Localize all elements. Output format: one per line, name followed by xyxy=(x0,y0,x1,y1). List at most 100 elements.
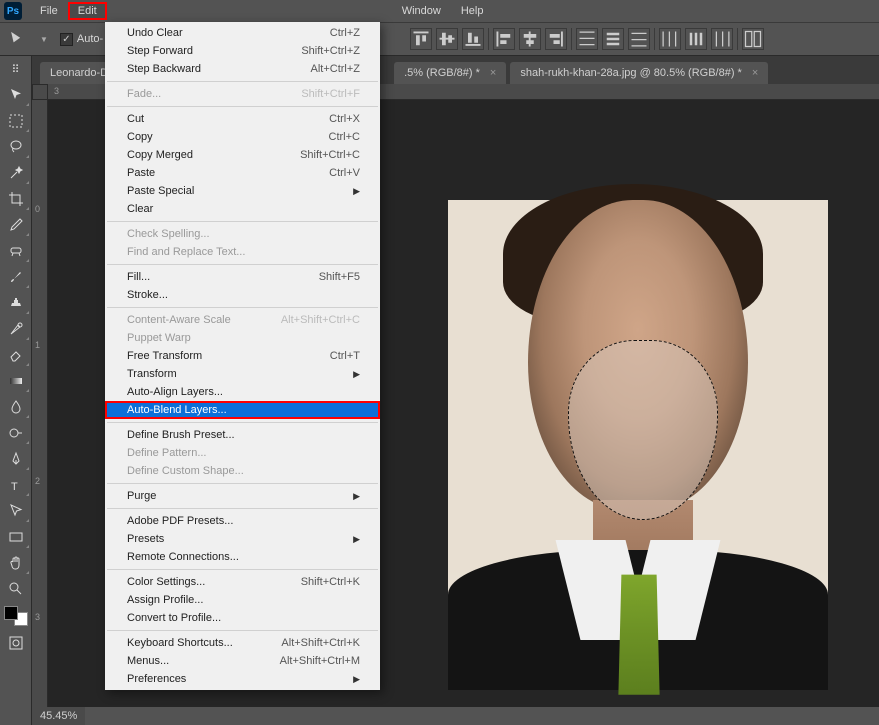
distribute-right-icon[interactable] xyxy=(711,28,733,50)
gradient-tool-icon[interactable] xyxy=(2,369,30,393)
menu-item-label: Define Custom Shape... xyxy=(127,465,244,477)
rectangle-tool-icon[interactable] xyxy=(2,525,30,549)
menu-item-assign-profile[interactable]: Assign Profile... xyxy=(105,591,380,609)
close-tab-icon[interactable]: × xyxy=(752,67,758,79)
menu-item-auto-blend-layers[interactable]: Auto-Blend Layers... xyxy=(105,401,380,419)
dodge-tool-icon[interactable] xyxy=(2,421,30,445)
menu-item-transform[interactable]: Transform▶ xyxy=(105,365,380,383)
menu-item-label: Auto-Align Layers... xyxy=(127,386,223,398)
pen-tool-icon[interactable] xyxy=(2,447,30,471)
grab-handle-icon[interactable]: ⠿ xyxy=(2,57,30,81)
menu-separator xyxy=(107,307,378,308)
menu-item-menus[interactable]: Menus...Alt+Shift+Ctrl+M xyxy=(105,652,380,670)
menu-item-cut[interactable]: CutCtrl+X xyxy=(105,110,380,128)
history-brush-tool-icon[interactable] xyxy=(2,317,30,341)
distribute-vcenter-icon[interactable] xyxy=(602,28,624,50)
menu-edit[interactable]: Edit xyxy=(68,2,107,20)
menu-item-label: Copy Merged xyxy=(127,149,193,161)
eyedropper-tool-icon[interactable] xyxy=(2,213,30,237)
align-bottom-icon[interactable] xyxy=(462,28,484,50)
color-swatch[interactable] xyxy=(4,606,28,626)
app-logo[interactable]: Ps xyxy=(4,2,22,20)
menu-file[interactable]: File xyxy=(30,2,68,20)
menu-item-fill[interactable]: Fill...Shift+F5 xyxy=(105,268,380,286)
menu-item-presets[interactable]: Presets▶ xyxy=(105,530,380,548)
menu-item-label: Auto-Blend Layers... xyxy=(127,404,227,416)
zoom-level[interactable]: 45.45% xyxy=(40,710,77,722)
lasso-tool-icon[interactable] xyxy=(2,135,30,159)
arrange-icon[interactable] xyxy=(742,28,764,50)
menu-item-label: Step Backward xyxy=(127,63,201,75)
marquee-tool-icon[interactable] xyxy=(2,109,30,133)
menu-item-label: Paste Special xyxy=(127,185,194,197)
document-tab[interactable]: shah-rukh-khan-28a.jpg @ 80.5% (RGB/8#) … xyxy=(510,62,768,84)
healing-brush-tool-icon[interactable] xyxy=(2,239,30,263)
menu-item-paste-special[interactable]: Paste Special ▶ xyxy=(105,182,380,200)
magic-wand-tool-icon[interactable] xyxy=(2,161,30,185)
blur-tool-icon[interactable] xyxy=(2,395,30,419)
close-tab-icon[interactable]: × xyxy=(490,67,496,79)
auto-select-checkbox[interactable]: ✓ xyxy=(60,33,73,46)
menu-item-auto-align-layers[interactable]: Auto-Align Layers... xyxy=(105,383,380,401)
crop-tool-icon[interactable] xyxy=(2,187,30,211)
distribute-top-icon[interactable] xyxy=(576,28,598,50)
menu-item-purge[interactable]: Purge▶ xyxy=(105,487,380,505)
align-hcenter-icon[interactable] xyxy=(519,28,541,50)
menu-shortcut: Ctrl+Z xyxy=(330,27,360,39)
menu-shortcut: Ctrl+T xyxy=(330,350,360,362)
menu-item-clear[interactable]: Clear xyxy=(105,200,380,218)
menu-item-convert-to-profile[interactable]: Convert to Profile... xyxy=(105,609,380,627)
ruler-origin[interactable] xyxy=(32,84,48,100)
distribute-hcenter-icon[interactable] xyxy=(685,28,707,50)
menu-shortcut: Alt+Shift+Ctrl+M xyxy=(280,655,360,667)
zoom-tool-icon[interactable] xyxy=(2,577,30,601)
menu-item-copy-merged[interactable]: Copy MergedShift+Ctrl+C xyxy=(105,146,380,164)
menu-separator xyxy=(107,569,378,570)
distribute-left-icon[interactable] xyxy=(659,28,681,50)
menu-separator xyxy=(107,264,378,265)
align-top-icon[interactable] xyxy=(410,28,432,50)
menu-item-paste[interactable]: PasteCtrl+V xyxy=(105,164,380,182)
dropdown-caret-icon[interactable]: ▼ xyxy=(40,35,48,44)
menu-item-label: Presets xyxy=(127,533,164,545)
menu-item-remote-connections[interactable]: Remote Connections... xyxy=(105,548,380,566)
menu-item-label: Remote Connections... xyxy=(127,551,239,563)
menu-item-step-forward[interactable]: Step ForwardShift+Ctrl+Z xyxy=(105,42,380,60)
menu-item-define-brush-preset[interactable]: Define Brush Preset... xyxy=(105,426,380,444)
align-vcenter-icon[interactable] xyxy=(436,28,458,50)
brush-tool-icon[interactable] xyxy=(2,265,30,289)
menu-shortcut: Ctrl+C xyxy=(329,131,360,143)
menu-window[interactable]: Window xyxy=(392,2,451,20)
ruler-vertical[interactable]: 0 1 2 3 xyxy=(32,100,48,707)
hand-tool-icon[interactable] xyxy=(2,551,30,575)
submenu-arrow-icon: ▶ xyxy=(353,186,360,197)
type-tool-icon[interactable]: T xyxy=(2,473,30,497)
eraser-tool-icon[interactable] xyxy=(2,343,30,367)
align-right-icon[interactable] xyxy=(545,28,567,50)
menu-item-copy[interactable]: CopyCtrl+C xyxy=(105,128,380,146)
menu-item-step-backward[interactable]: Step BackwardAlt+Ctrl+Z xyxy=(105,60,380,78)
document-tab[interactable]: .5% (RGB/8#) *× xyxy=(394,62,506,84)
menu-shortcut: Ctrl+V xyxy=(329,167,360,179)
menu-item-free-transform[interactable]: Free TransformCtrl+T xyxy=(105,347,380,365)
menu-item-stroke[interactable]: Stroke... xyxy=(105,286,380,304)
menu-item-keyboard-shortcuts[interactable]: Keyboard Shortcuts...Alt+Shift+Ctrl+K xyxy=(105,634,380,652)
menu-shortcut: Ctrl+X xyxy=(329,113,360,125)
ruler-tick: 3 xyxy=(54,86,59,96)
menu-help[interactable]: Help xyxy=(451,2,494,20)
move-tool-icon[interactable] xyxy=(8,29,28,49)
path-selection-tool-icon[interactable] xyxy=(2,499,30,523)
menu-item-preferences[interactable]: Preferences▶ xyxy=(105,670,380,688)
clone-stamp-tool-icon[interactable] xyxy=(2,291,30,315)
menu-item-label: Undo Clear xyxy=(127,27,183,39)
distribute-bottom-icon[interactable] xyxy=(628,28,650,50)
menu-separator xyxy=(107,106,378,107)
menu-item-adobe-pdf-presets[interactable]: Adobe PDF Presets... xyxy=(105,512,380,530)
menu-item-label: Assign Profile... xyxy=(127,594,203,606)
menu-item-color-settings[interactable]: Color Settings...Shift+Ctrl+K xyxy=(105,573,380,591)
move-tool-icon[interactable] xyxy=(2,83,30,107)
align-left-icon[interactable] xyxy=(493,28,515,50)
menu-item-undo-clear[interactable]: Undo Clear Ctrl+Z xyxy=(105,24,380,42)
menu-item-label: Color Settings... xyxy=(127,576,205,588)
quick-mask-icon[interactable] xyxy=(2,631,30,655)
